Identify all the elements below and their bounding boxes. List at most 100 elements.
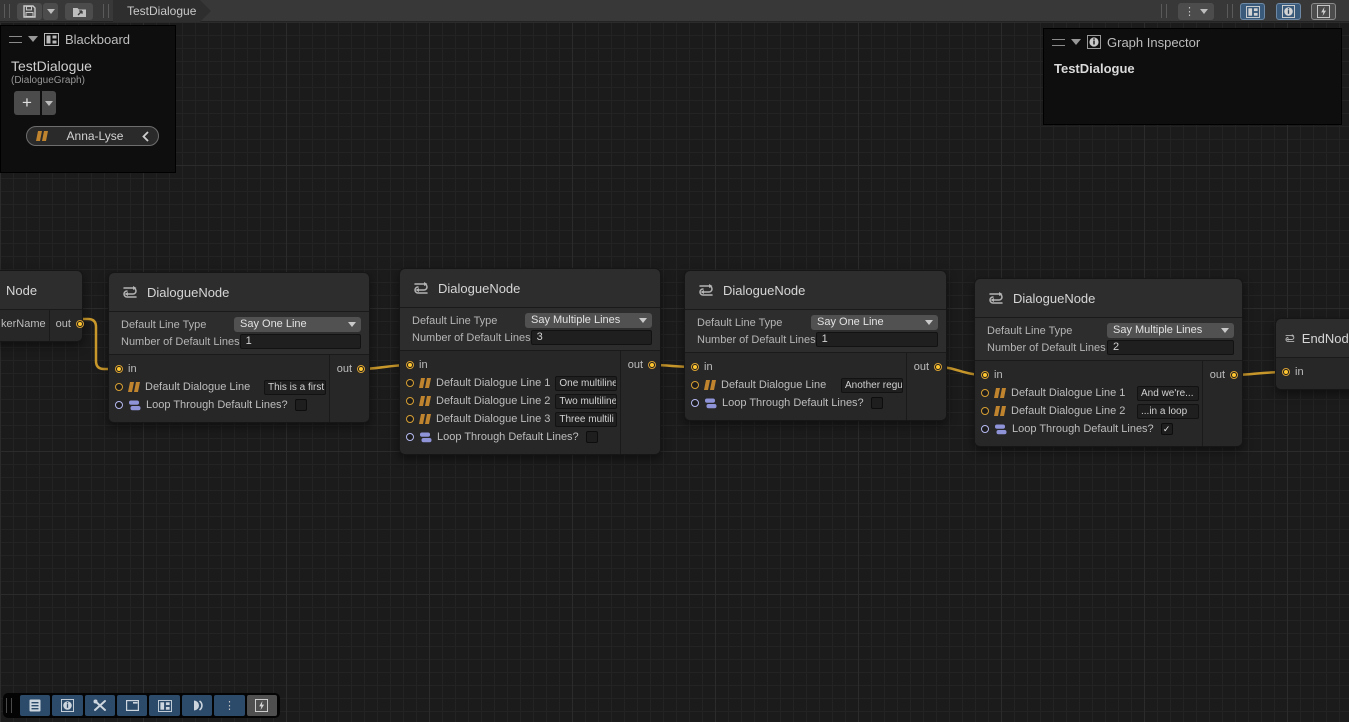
dialogue-node-4[interactable]: DialogueNode Default Line Type Say Multi… [974,278,1243,447]
contrast-button[interactable] [182,695,212,716]
loop-port[interactable] [115,401,123,409]
toggle-preview-button[interactable] [1311,3,1336,20]
line-port[interactable] [981,407,989,415]
line-type-dropdown[interactable]: Say Multiple Lines [525,313,652,328]
count-field[interactable]: 3 [531,330,652,345]
count-field[interactable]: 1 [816,332,938,347]
save-options-dropdown[interactable] [43,3,58,20]
count-label: Number of Default Lines [987,342,1107,354]
in-port[interactable] [1282,368,1290,376]
line-port[interactable] [406,379,414,387]
loop-port[interactable] [981,425,989,433]
toggle-blackboard-button[interactable] [1240,3,1265,20]
blackboard-header[interactable]: Blackboard [1,26,175,52]
line-port[interactable] [115,383,123,391]
dialogue-node-icon [987,291,1005,306]
out-port[interactable] [76,320,84,328]
line-value-field[interactable]: One multiline [555,376,617,391]
in-port[interactable] [981,371,989,379]
count-field[interactable]: 2 [1107,340,1234,355]
line-port[interactable] [981,389,989,397]
chevron-down-icon [925,320,933,325]
line-value-field[interactable]: Three multili [555,412,617,427]
node-title-label: DialogueNode [723,283,805,298]
end-node[interactable]: EndNode in [1275,318,1349,390]
options-menu-button[interactable]: ⋮ [1178,3,1214,20]
loop-port[interactable] [691,399,699,407]
line-port[interactable] [406,397,414,405]
loop-icon [704,398,717,409]
toggle-inspector-button[interactable] [1276,3,1301,20]
loop-checkbox[interactable]: ✓ [1161,423,1173,435]
blackboard-panel[interactable]: Blackboard TestDialogue (DialogueGraph) … [0,25,176,173]
chevron-down-icon [348,322,356,327]
out-port[interactable] [934,363,942,371]
window-button[interactable] [117,695,147,716]
add-property-button[interactable]: + [14,91,40,115]
info-button[interactable] [52,695,82,716]
toolbar-drag-handle[interactable] [6,698,12,713]
out-port-label: out [914,361,929,373]
line-value-field[interactable]: ...in a loop [1137,404,1199,419]
output-name-label: kerName [1,318,46,330]
drag-handle-icon[interactable] [9,36,22,43]
node-title: DialogueNode [975,279,1242,318]
line-type-dropdown[interactable]: Say One Line [811,315,938,330]
dialogue-node-2[interactable]: DialogueNode Default Line Type Say Multi… [399,268,661,455]
in-port[interactable] [115,365,123,373]
in-port[interactable] [691,363,699,371]
graph-inspector-panel[interactable]: Graph Inspector TestDialogue [1043,28,1342,125]
in-port[interactable] [406,361,414,369]
line-value-field[interactable]: This is a first [264,380,326,395]
count-field[interactable]: 1 [240,334,361,349]
tab-title: TestDialogue [127,4,196,18]
toolbar-drag-handle[interactable] [4,4,10,18]
quote-icon [36,131,48,141]
loop-label: Loop Through Default Lines? [1012,423,1154,435]
quote-icon [704,380,716,390]
collapse-arrow-icon[interactable] [1071,39,1081,45]
open-asset-button[interactable] [65,3,93,20]
node-title: DialogueNode [400,269,660,308]
blackboard-icon [44,33,59,46]
quote-icon [419,414,431,424]
line-type-dropdown[interactable]: Say Multiple Lines [1107,323,1234,338]
line-port[interactable] [691,381,699,389]
more-options-button[interactable]: ⋮ [214,695,244,716]
loop-checkbox[interactable] [871,397,883,409]
toolbar-separator [1161,4,1167,18]
notes-button[interactable] [20,695,50,716]
collapse-arrow-icon[interactable] [28,36,38,42]
line-value-field[interactable]: And we're... [1137,386,1199,401]
dialogue-node-3[interactable]: DialogueNode Default Line Type Say One L… [684,270,947,421]
line-value-field[interactable]: Another regu [841,378,903,393]
graph-canvas[interactable]: Node kerName out [0,22,1349,722]
line-value-field[interactable]: Two multiline [555,394,617,409]
drag-handle-icon[interactable] [1052,39,1065,46]
save-button[interactable] [17,3,42,20]
tools-button[interactable] [85,695,115,716]
document-lines-icon [29,699,41,712]
loop-port[interactable] [406,433,414,441]
out-port[interactable] [357,365,365,373]
loop-checkbox[interactable] [295,399,307,411]
in-port-label: in [128,363,137,375]
dialogue-node-1[interactable]: DialogueNode Default Line Type Say One L… [108,272,370,423]
line-port[interactable] [406,415,414,423]
blackboard-property[interactable]: Anna-Lyse [26,126,159,146]
graph-name: TestDialogue [11,58,165,74]
out-port[interactable] [1230,371,1238,379]
node-title-label: DialogueNode [438,281,520,296]
loop-checkbox[interactable] [586,431,598,443]
graph-inspector-header[interactable]: Graph Inspector [1044,29,1341,55]
add-property-dropdown[interactable] [42,91,56,115]
line-type-dropdown[interactable]: Say One Line [234,317,361,332]
chevron-left-icon[interactable] [142,131,149,142]
preview-button[interactable] [247,695,277,716]
out-port[interactable] [648,361,656,369]
speaker-node[interactable]: Node kerName out [0,270,83,342]
breadcrumb-tab[interactable]: TestDialogue [113,0,211,22]
blackboard-button[interactable] [149,695,179,716]
save-icon [23,5,36,18]
line-type-label: Default Line Type [412,315,525,327]
